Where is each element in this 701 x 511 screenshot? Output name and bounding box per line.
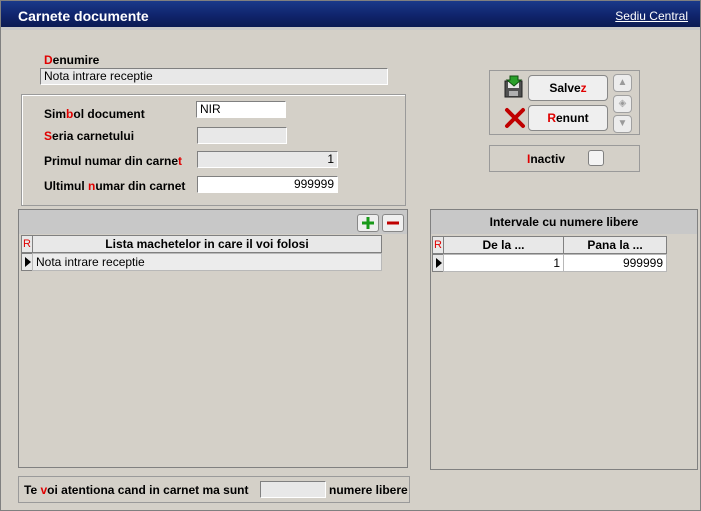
denumire-input[interactable]: Nota intrare receptie (40, 68, 388, 85)
ultimul-label: Ultimul numar din carnet (44, 179, 186, 193)
move-center-button[interactable]: ◈ (613, 95, 632, 113)
primul-input[interactable]: 1 (197, 151, 338, 168)
move-down-button[interactable]: ▼ (613, 115, 632, 133)
inactiv-label: Inactiv (527, 152, 566, 166)
remove-row-button[interactable] (382, 214, 404, 232)
seria-label: Seria carnetului (44, 129, 135, 143)
numere-libere-input[interactable] (260, 481, 326, 498)
simbol-label: Simbol document (44, 107, 145, 121)
pana-la-column-header[interactable]: Pana la ... (563, 236, 667, 254)
intervale-title: Intervale cu numere libere (431, 210, 697, 234)
numere-libere-label: numere libere (329, 483, 408, 497)
de-la-column-header[interactable]: De la ... (443, 236, 564, 254)
ultimul-input[interactable]: 999999 (197, 176, 338, 193)
current-row-arrow-icon (436, 258, 442, 268)
diamond-icon: ◈ (618, 98, 627, 109)
save-button[interactable]: Salvez (528, 75, 608, 101)
window-title: Carnete documente (18, 8, 149, 24)
inactiv-checkbox[interactable] (588, 150, 604, 166)
denumire-label: Denumire (44, 53, 100, 67)
simbol-input[interactable]: NIR (196, 101, 286, 118)
arrow-up-icon: ▲ (617, 77, 628, 88)
macheta-column-header[interactable]: Lista machetelor in care il voi folosi (32, 235, 382, 253)
plus-icon (362, 217, 374, 229)
de-la-cell[interactable]: 1 (443, 254, 564, 272)
cancel-button[interactable]: Renunt (528, 105, 608, 131)
pana-la-cell[interactable]: 999999 (563, 254, 667, 272)
arrow-down-icon: ▼ (617, 118, 628, 129)
cancel-x-icon (504, 107, 526, 129)
primul-label: Primul numar din carnet (44, 154, 183, 168)
footer-label: Te voi atentiona cand in carnet ma sunt (24, 483, 249, 497)
title-bar: Carnete documente Sediu Central (1, 1, 700, 30)
minus-icon (387, 221, 399, 225)
macheta-toolbar (19, 210, 407, 234)
move-up-button[interactable]: ▲ (613, 74, 632, 92)
sediu-central-link[interactable]: Sediu Central (615, 9, 688, 23)
current-row-arrow-icon (25, 257, 31, 267)
macheta-row[interactable]: Nota intrare receptie (32, 253, 382, 271)
seria-input[interactable] (197, 127, 287, 144)
main-window: Carnete documente Sediu Central Denumire… (0, 0, 701, 511)
add-row-button[interactable] (357, 214, 379, 232)
save-disk-icon (502, 75, 526, 99)
